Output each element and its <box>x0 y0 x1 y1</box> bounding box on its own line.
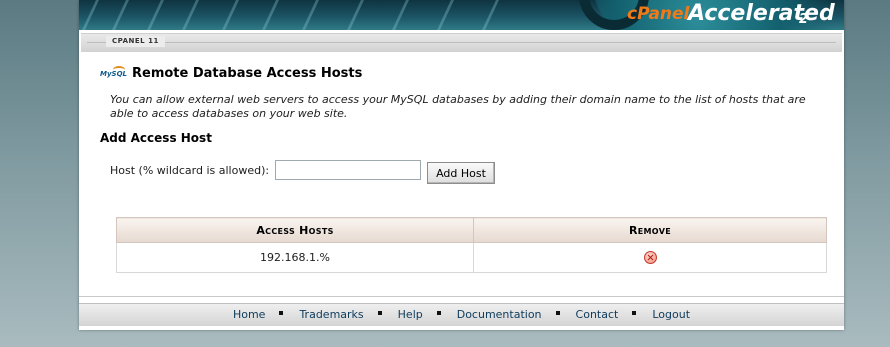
footer-link-trademarks[interactable]: Trademarks <box>299 308 363 321</box>
host-field-label: Host (% wildcard is allowed): <box>110 163 270 177</box>
page-container: cPanel Accelerated 2 CPANEL 11 MySQL Rem… <box>79 0 844 330</box>
footer-links: Home Trademarks Help Documentation Contact Lo… <box>79 308 844 321</box>
page-title-row: MySQL Remote Database Access Hosts <box>99 64 362 82</box>
page-title: Remote Database Access Hosts <box>132 65 363 81</box>
host-cell: 192.168.1.% <box>116 242 474 273</box>
remove-icon[interactable] <box>643 251 657 265</box>
column-header-access-hosts: Access Hosts <box>116 217 474 243</box>
column-header-remove: Remove <box>473 217 827 243</box>
tab-cpanel-11: CPANEL 11 <box>106 36 165 47</box>
footer-link-help[interactable]: Help <box>398 308 423 321</box>
mysql-icon: MySQL <box>99 66 127 80</box>
footer-separator <box>632 311 637 315</box>
footer-bar: Home Trademarks Help Documentation Contact Lo… <box>79 303 844 326</box>
footer-link-contact[interactable]: Contact <box>576 308 619 321</box>
brand-version: 2 <box>799 12 809 27</box>
page-description: You can allow external web servers to ac… <box>110 93 806 120</box>
section-tab-bar: CPANEL 11 <box>81 33 842 52</box>
footer-link-logout[interactable]: Logout <box>652 308 690 321</box>
brand-accelerated: Accelerated <box>688 1 835 26</box>
footer-separator <box>279 311 284 315</box>
footer-separator <box>377 311 382 315</box>
footer-separator <box>555 311 560 315</box>
host-input[interactable] <box>275 160 422 180</box>
table-row: 192.168.1.% <box>116 242 827 273</box>
footer-separator <box>436 311 441 315</box>
add-host-form: Host (% wildcard is allowed): Add Host <box>110 156 495 184</box>
footer-link-home[interactable]: Home <box>233 308 265 321</box>
access-hosts-table: Access Hosts Remove 192.168.1.% <box>116 217 827 273</box>
cpanel-banner: cPanel Accelerated 2 <box>79 0 844 30</box>
content-divider <box>79 296 844 297</box>
add-host-button[interactable]: Add Host <box>427 162 495 184</box>
footer-link-documentation[interactable]: Documentation <box>457 308 542 321</box>
brand-cpanel: cPanel <box>627 4 690 24</box>
add-access-host-heading: Add Access Host <box>100 131 212 145</box>
remove-cell <box>473 242 827 273</box>
